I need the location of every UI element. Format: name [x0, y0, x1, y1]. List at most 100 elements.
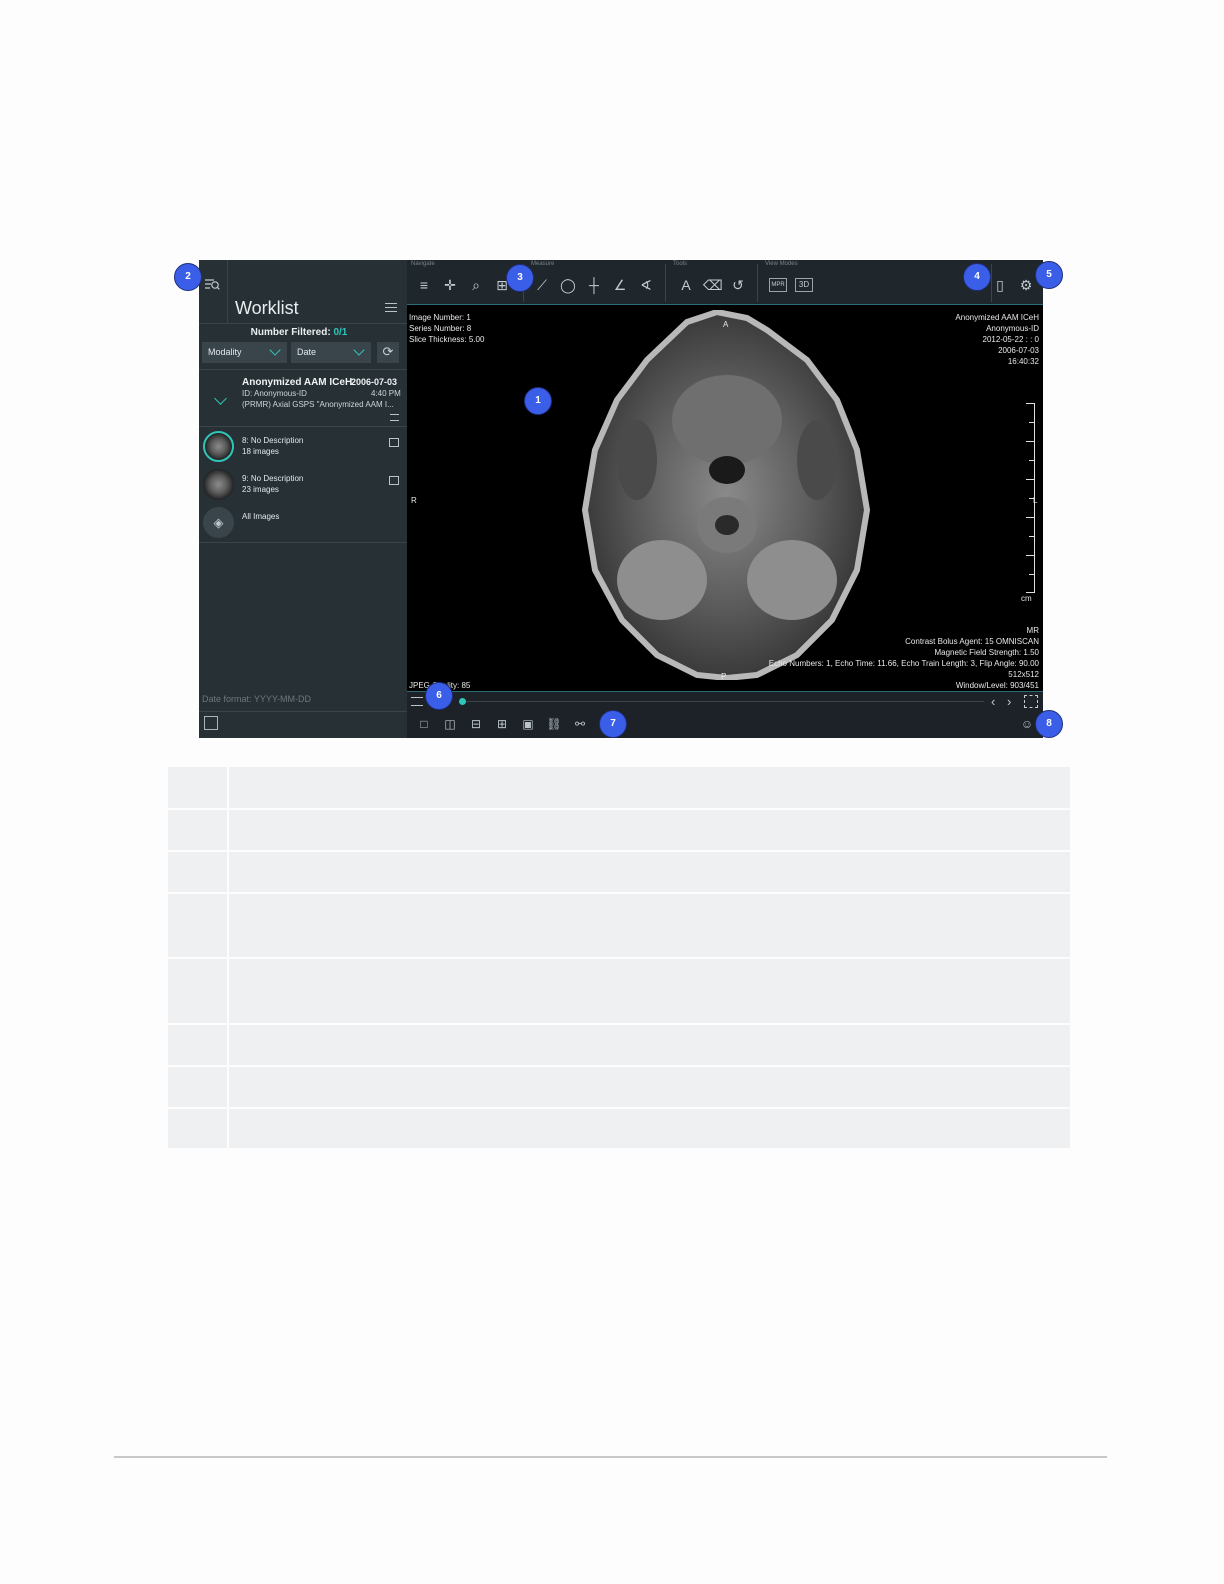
- table-cell: [168, 958, 229, 1025]
- study-patient-name: Anonymized AAM ICeH: [242, 377, 353, 388]
- divider: [665, 264, 666, 302]
- series-menu-icon[interactable]: [411, 697, 423, 706]
- callout-8: 8: [1035, 710, 1063, 738]
- threed-button[interactable]: 3D: [795, 278, 813, 292]
- table-cell: [168, 767, 229, 810]
- tablet-icon[interactable]: ▯: [991, 276, 1009, 294]
- previous-image-icon[interactable]: ‹: [991, 694, 995, 709]
- callout-6: 6: [425, 682, 453, 710]
- series-item-all-images[interactable]: ◈ All Images: [199, 506, 407, 544]
- angle-icon[interactable]: ∠: [611, 276, 629, 294]
- series-thumbnail: [203, 469, 234, 500]
- sync-icon[interactable]: ⚯: [572, 716, 588, 732]
- ruler-unit: cm: [1021, 594, 1032, 603]
- layout-1x2-icon[interactable]: ◫: [442, 716, 458, 732]
- table-cell: [228, 1024, 1070, 1067]
- table-row: [168, 1108, 1070, 1150]
- scrub-handle[interactable]: [459, 698, 466, 705]
- footer-divider: [114, 1456, 1107, 1458]
- table-cell: [228, 893, 1070, 959]
- overlay-line: Contrast Bolus Agent: 15 OMNISCAN: [905, 637, 1039, 646]
- overlay-line: 2006-07-03: [998, 346, 1039, 355]
- series-open-icon[interactable]: [389, 476, 399, 485]
- user-icon[interactable]: ☺: [1019, 716, 1035, 732]
- worklist-footer: [199, 711, 407, 738]
- chevron-down-icon: [269, 344, 281, 356]
- series-item[interactable]: 9: No Description 23 images: [199, 468, 407, 506]
- table-cell: [228, 1066, 1070, 1109]
- worklist-toggle-icon[interactable]: [204, 278, 220, 292]
- study-date: 2006-07-03: [351, 377, 398, 387]
- number-filtered: Number Filtered: 0/1: [199, 327, 399, 338]
- series-image-count: 23 images: [242, 485, 279, 494]
- orientation-left: R: [411, 496, 417, 505]
- image-viewport[interactable]: Image Number: 1 Series Number: 8 Slice T…: [407, 305, 1043, 691]
- study-menu-icon[interactable]: [390, 414, 399, 421]
- link-icon[interactable]: ⛓: [546, 716, 562, 732]
- layout-toolbar: □ ◫ ⊟ ⊞ ▣ ⛓ ⚯ ☺: [407, 711, 1043, 738]
- date-dropdown[interactable]: Date: [291, 342, 371, 363]
- annotation-text-icon[interactable]: A: [677, 276, 695, 294]
- overlay-line: 512x512: [1008, 670, 1039, 679]
- ellipse-roi-icon[interactable]: ◯: [559, 276, 577, 294]
- overlay-line: Image Number: 1: [409, 313, 471, 322]
- refresh-button[interactable]: ⟳: [377, 342, 399, 363]
- table-row: [168, 893, 1070, 959]
- cobb-angle-icon[interactable]: ∢: [637, 276, 655, 294]
- study-patient-id: ID: Anonymous-ID: [242, 389, 307, 398]
- next-image-icon[interactable]: ›: [1007, 694, 1011, 709]
- layout-2x1-icon[interactable]: ⊟: [468, 716, 484, 732]
- stack-scroll-icon[interactable]: ≡: [415, 276, 433, 294]
- probe-icon[interactable]: ┼: [585, 276, 603, 294]
- callout-5: 5: [1035, 261, 1063, 289]
- table-cell: [168, 1024, 229, 1067]
- filtered-label: Number Filtered:: [250, 327, 334, 338]
- overlay-top-right: Anonymized AAM ICeH Anonymous-ID 2012-05…: [955, 312, 1039, 367]
- pan-icon[interactable]: ✛: [441, 276, 459, 294]
- zoom-icon[interactable]: ⌕: [467, 276, 485, 294]
- gear-icon[interactable]: ⚙: [1017, 276, 1035, 294]
- scale-ruler: [1025, 403, 1035, 593]
- table-cell: [228, 958, 1070, 1025]
- study-item[interactable]: Anonymized AAM ICeH 2006-07-03 ID: Anony…: [199, 369, 407, 427]
- callout-3: 3: [506, 264, 534, 292]
- overlay-bottom-right: MR Contrast Bolus Agent: 15 OMNISCAN Mag…: [769, 625, 1039, 691]
- modality-dropdown[interactable]: Modality: [202, 342, 287, 363]
- table-row: [168, 809, 1070, 852]
- callout-2: 2: [174, 263, 202, 291]
- layout-2x2-icon[interactable]: ⊞: [494, 716, 510, 732]
- worklist-menu-icon[interactable]: [385, 303, 397, 312]
- refresh-icon: ⟳: [382, 344, 394, 359]
- fullscreen-icon[interactable]: [1024, 695, 1038, 708]
- table-cell: [168, 1066, 229, 1109]
- layout-1x1-icon[interactable]: □: [416, 716, 432, 732]
- series-open-icon[interactable]: [389, 438, 399, 447]
- overlay-line: 16:40:32: [1007, 357, 1039, 366]
- layout-custom-icon[interactable]: ▣: [520, 716, 536, 732]
- series-item[interactable]: 8: No Description 18 images: [199, 430, 407, 468]
- collapse-panel-icon[interactable]: [204, 716, 218, 730]
- table-row: [168, 958, 1070, 1025]
- eraser-icon[interactable]: ⌫: [703, 276, 723, 294]
- group-label-measure: Measure: [531, 261, 555, 267]
- image-scrubber[interactable]: ‹ ›: [407, 691, 1043, 711]
- chevron-down-icon: [353, 344, 365, 356]
- table-row: [168, 1024, 1070, 1067]
- worklist-rail: [199, 260, 228, 324]
- table-cell: [168, 851, 229, 894]
- series-image-count: 18 images: [242, 447, 279, 456]
- overlay-line: Anonymous-ID: [986, 324, 1039, 333]
- table-cell: [228, 1108, 1070, 1150]
- divider: [757, 264, 758, 302]
- group-label-tools: Tools: [673, 261, 688, 267]
- orientation-bottom: P: [721, 672, 727, 681]
- series-title: 9: No Description: [242, 474, 304, 483]
- date-format-input[interactable]: Date format: YYYY-MM-DD: [202, 694, 311, 704]
- study-expand-icon[interactable]: [214, 392, 227, 405]
- overlay-line: Window/Level: 903/451: [955, 681, 1039, 690]
- scrub-track[interactable]: [459, 701, 984, 702]
- mpr-button[interactable]: MPR: [769, 278, 787, 292]
- callout-4: 4: [963, 263, 991, 291]
- reset-icon[interactable]: ↺: [729, 276, 747, 294]
- ruler-icon[interactable]: ⟋: [533, 276, 551, 294]
